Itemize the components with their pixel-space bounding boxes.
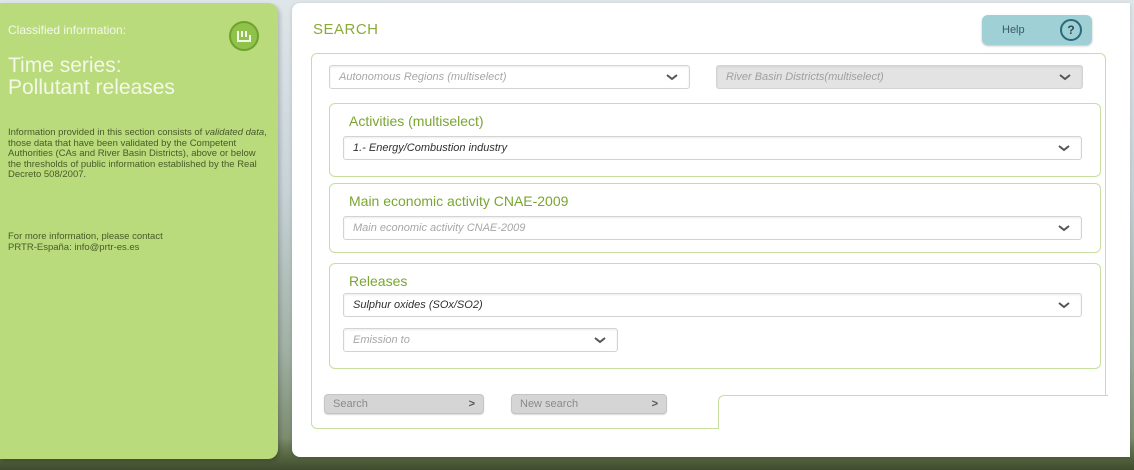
info-text-pre: Information provided in this section con… — [8, 127, 203, 138]
new-search-button[interactable]: New search > — [511, 394, 667, 414]
emission-to-placeholder: Emission to — [353, 334, 410, 346]
search-button-label: Search — [333, 398, 368, 410]
arrow-right-icon: > — [651, 398, 658, 410]
activities-title: Activities (multiselect) — [349, 113, 484, 129]
emission-to-select[interactable]: Emission to — [343, 328, 618, 352]
chevron-down-icon — [1057, 300, 1071, 310]
autonomous-regions-placeholder: Autonomous Regions (multiselect) — [339, 71, 507, 83]
cnae-section: Main economic activity CNAE-2009 Main ec… — [329, 183, 1101, 253]
chevron-down-icon — [1057, 143, 1071, 153]
cnae-title: Main economic activity CNAE-2009 — [349, 193, 569, 209]
info-text-emphasis: validated data — [204, 127, 265, 138]
river-basin-districts-placeholder: River Basin Districts(multiselect) — [726, 71, 884, 83]
sidebar-title: Time series: Pollutant releases — [8, 55, 268, 99]
activities-section: Activities (multiselect) 1.- Energy/Comb… — [329, 103, 1101, 177]
releases-section: Releases Sulphur oxides (SOx/SO2) Emissi… — [329, 263, 1101, 369]
activities-select[interactable]: 1.- Energy/Combustion industry — [343, 136, 1082, 160]
activities-selected-value: 1.- Energy/Combustion industry — [353, 142, 508, 154]
sidebar-info-text: Information provided in this section con… — [8, 127, 268, 181]
page-title: SEARCH — [313, 21, 379, 38]
sidebar-title-line1: Time series: — [8, 54, 122, 77]
autonomous-regions-select[interactable]: Autonomous Regions (multiselect) — [329, 65, 690, 89]
help-icon: ? — [1060, 19, 1082, 41]
releases-selected-value: Sulphur oxides (SOx/SO2) — [353, 299, 483, 311]
contact-line2: PRTR-España: info@prtr-es.es — [8, 241, 140, 253]
chevron-down-icon — [1057, 223, 1071, 233]
sidebar: Classified information: Time series: Pol… — [0, 3, 278, 459]
chevron-down-icon — [665, 72, 679, 82]
help-label: Help — [1002, 24, 1025, 36]
classified-icon[interactable] — [229, 21, 259, 51]
form-footer-notch — [718, 395, 1108, 429]
chevron-down-icon — [593, 335, 607, 345]
sidebar-contact: For more information, please contact PRT… — [8, 231, 268, 253]
search-button[interactable]: Search > — [324, 394, 484, 414]
search-panel: SEARCH Help ? Autonomous Regions (multis… — [292, 3, 1130, 457]
cnae-placeholder: Main economic activity CNAE-2009 — [353, 222, 526, 234]
river-basin-districts-select[interactable]: River Basin Districts(multiselect) — [716, 65, 1083, 89]
new-search-button-label: New search — [520, 398, 579, 410]
releases-title: Releases — [349, 273, 408, 289]
arrow-right-icon: > — [468, 398, 475, 410]
chevron-down-icon — [1058, 72, 1072, 82]
sidebar-title-line2: Pollutant releases — [8, 76, 175, 99]
help-button[interactable]: Help ? — [982, 15, 1092, 45]
contact-line1: For more information, please contact — [8, 231, 163, 242]
classified-label: Classified information: — [8, 23, 127, 37]
cnae-select[interactable]: Main economic activity CNAE-2009 — [343, 216, 1082, 240]
releases-select[interactable]: Sulphur oxides (SOx/SO2) — [343, 293, 1082, 317]
